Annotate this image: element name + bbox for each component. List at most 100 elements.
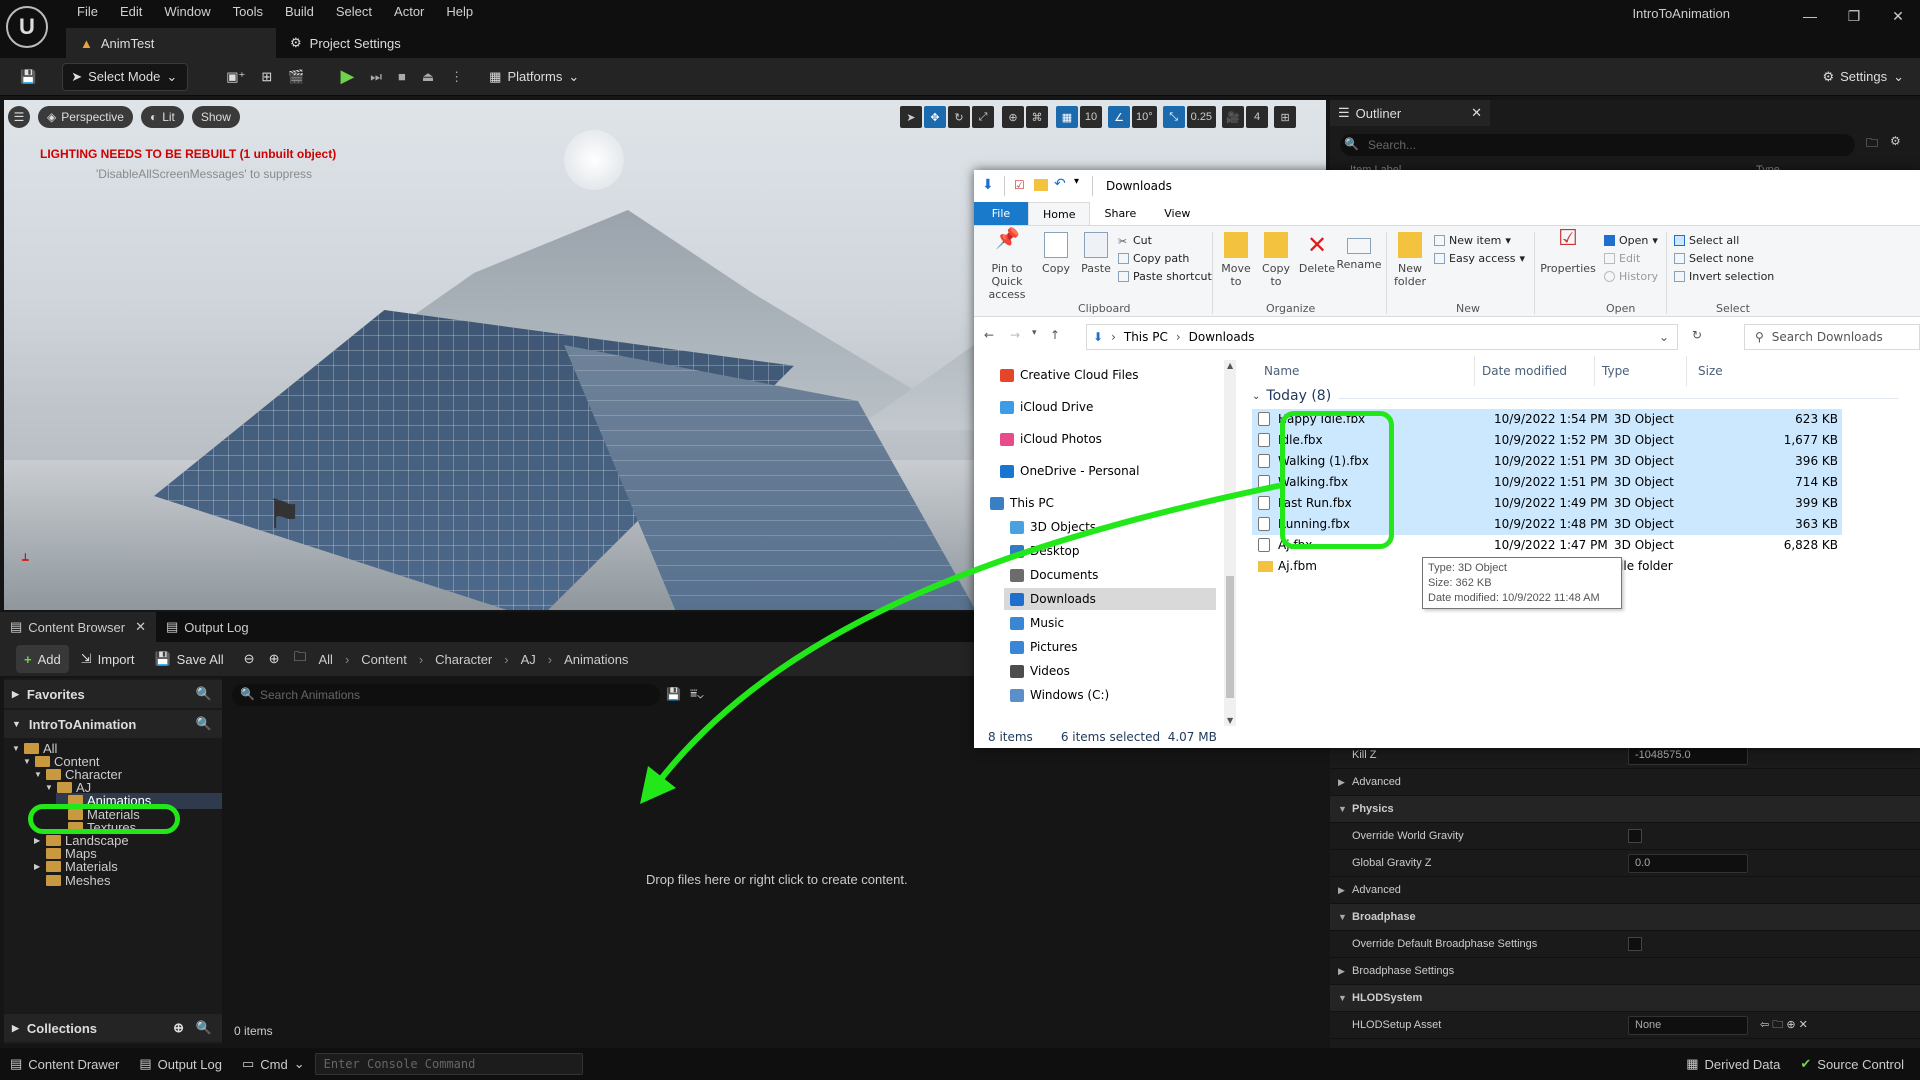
menu-item-window[interactable]: Window [153, 3, 221, 21]
new-item-button[interactable]: New item ▾ [1434, 234, 1511, 247]
hamburger-icon[interactable]: ☰ [8, 106, 30, 128]
close-icon[interactable]: ✕ [1876, 8, 1920, 25]
nav-item[interactable]: iCloud Photos [1000, 428, 1102, 450]
menu-item-edit[interactable]: Edit [109, 3, 153, 21]
delete-button[interactable]: ✕ Delete [1298, 232, 1336, 275]
menu-item-tools[interactable]: Tools [222, 3, 274, 21]
tab-output-log[interactable]: ▤ Output Log [156, 612, 259, 642]
cut-button[interactable]: ✂ Cut [1118, 234, 1152, 248]
project-section[interactable]: ▼ IntroToAnimation 🔍 [4, 710, 222, 738]
column-type[interactable]: Type [1602, 364, 1630, 378]
easy-access-button[interactable]: Easy access ▾ [1434, 252, 1525, 265]
breadcrumb-item[interactable]: All [318, 652, 332, 667]
step-icon[interactable]: ⏭ [362, 63, 390, 91]
maximize-viewport-icon[interactable]: ⊞ [1274, 106, 1297, 128]
forward-icon[interactable]: ⊕ [267, 645, 282, 673]
search-icon[interactable]: 🔍 [196, 716, 212, 732]
world-icon[interactable]: ⊕ [1002, 106, 1024, 128]
expand-arrow-icon[interactable]: ▼ [23, 757, 31, 766]
forward-arrow-icon[interactable]: → [1010, 328, 1020, 342]
select-mode-dropdown[interactable]: ➤ Select Mode ⌄ [62, 62, 189, 91]
expand-arrow-icon[interactable]: ▶ [34, 836, 42, 845]
details-row[interactable]: ▶ Advanced [1330, 877, 1920, 904]
ribbon-tab-home[interactable]: Home [1028, 202, 1091, 225]
camera-speed-icon[interactable]: 🎥 [1222, 106, 1245, 128]
chevron-right-icon[interactable]: ▶ [1338, 885, 1345, 896]
details-row[interactable]: ▶ Advanced [1330, 769, 1920, 796]
menu-item-select[interactable]: Select [325, 3, 383, 21]
rotation-snap-value[interactable]: 10° [1132, 106, 1157, 128]
chevron-down-icon[interactable]: ⌄ [1659, 330, 1669, 344]
stop-icon[interactable]: ■ [390, 63, 414, 91]
settings-button[interactable]: ⚙ Settings ⌄ [1814, 63, 1912, 91]
player-start-icon[interactable]: ⚑ [266, 492, 326, 548]
pin-quick-access-button[interactable]: 📌 Pin to Quick access [980, 228, 1034, 301]
more-options-icon[interactable]: ⋮ [442, 63, 471, 91]
perspective-button[interactable]: ◈ Perspective [38, 106, 133, 128]
scale-tool-icon[interactable]: ⤢ [972, 106, 994, 128]
add-button[interactable]: + Add [16, 645, 69, 673]
menu-item-actor[interactable]: Actor [383, 3, 435, 21]
nav-item[interactable]: Creative Cloud Files [1000, 364, 1139, 386]
details-value-input[interactable]: 0.0 [1628, 853, 1748, 873]
favorites-section[interactable]: ▶ Favorites 🔍 [4, 680, 222, 708]
back-icon[interactable]: ⊖ [236, 645, 263, 673]
select-none-button[interactable]: Select none [1674, 252, 1754, 265]
rotate-tool-icon[interactable]: ↻ [948, 106, 970, 128]
minimize-icon[interactable]: — [1788, 8, 1832, 24]
outliner-search-input[interactable]: Search... [1340, 134, 1855, 156]
select-tool-icon[interactable]: ➤ [900, 106, 922, 128]
menu-item-file[interactable]: File [66, 3, 109, 21]
search-icon[interactable]: 🔍 [196, 686, 212, 702]
outliner-tab[interactable]: ☰ Outliner ✕ [1330, 100, 1490, 126]
copy-button[interactable]: Copy [1038, 232, 1074, 275]
breadcrumb-this-pc[interactable]: This PC [1124, 330, 1168, 344]
paste-button[interactable]: Paste [1078, 232, 1114, 275]
rename-button[interactable]: Rename [1336, 232, 1382, 271]
chevron-down-icon[interactable]: ▼ [1338, 993, 1347, 1003]
checkbox[interactable] [1628, 829, 1642, 843]
asset-search-input[interactable]: Search Animations [232, 684, 660, 706]
unreal-logo-icon[interactable]: U [6, 6, 48, 48]
close-icon[interactable]: ✕ [135, 619, 146, 635]
column-date-modified[interactable]: Date modified [1482, 364, 1567, 378]
menu-item-build[interactable]: Build [274, 3, 325, 21]
chevron-down-icon[interactable]: ▼ [1338, 912, 1347, 922]
column-size[interactable]: Size [1698, 364, 1723, 378]
address-bar[interactable]: ⬇ › This PC › Downloads ⌄ [1086, 324, 1678, 350]
menu-item-help[interactable]: Help [435, 3, 484, 21]
hlod-asset-dropdown[interactable]: None [1628, 1015, 1748, 1035]
gear-icon[interactable]: ⚙ [1890, 134, 1901, 148]
nav-item[interactable]: iCloud Drive [1000, 396, 1093, 418]
collections-section[interactable]: ▶ Collections ⊕ 🔍 [4, 1014, 222, 1042]
breadcrumb-downloads[interactable]: Downloads [1189, 330, 1255, 344]
console-input[interactable]: Enter Console Command [314, 1053, 583, 1075]
expand-arrow-icon[interactable]: ▼ [34, 770, 42, 779]
grid-snap-value[interactable]: 10 [1080, 106, 1102, 128]
platforms-button[interactable]: ▦ Platforms ⌄ [481, 63, 587, 91]
chevron-right-icon[interactable]: ▶ [1338, 777, 1345, 788]
source-control-button[interactable]: ✔ Source Control [1790, 1048, 1914, 1080]
invert-selection-button[interactable]: Invert selection [1674, 270, 1774, 283]
copy-to-button[interactable]: Copy to [1258, 232, 1294, 288]
group-header-today[interactable]: ⌄ Today (8) [1252, 388, 1331, 404]
content-drawer-button[interactable]: ▤ Content Drawer [0, 1048, 129, 1080]
details-row[interactable]: ▼ Broadphase [1330, 904, 1920, 931]
details-value-input[interactable]: -1048575.0 [1628, 745, 1748, 765]
open-button[interactable]: Open ▾ [1604, 234, 1658, 247]
move-to-button[interactable]: Move to [1218, 232, 1254, 288]
derived-data-button[interactable]: ▦ Derived Data [1676, 1048, 1790, 1080]
eject-icon[interactable]: ⏏ [414, 63, 442, 91]
customize-quick-access-icon[interactable]: ▾ [1074, 176, 1079, 187]
add-actor-icon[interactable]: ▣⁺ [218, 63, 253, 91]
expand-arrow-icon[interactable]: ▼ [12, 744, 20, 753]
history-button[interactable]: History [1604, 270, 1658, 283]
breadcrumb-item[interactable]: Character [435, 652, 492, 667]
tab-project-settings[interactable]: ⚙ Project Settings [276, 28, 415, 58]
checkbox[interactable] [1628, 937, 1642, 951]
up-arrow-icon[interactable]: ↑ [1050, 328, 1060, 342]
blueprint-icon[interactable]: ⊞ [253, 63, 280, 91]
save-icon[interactable]: 💾 [12, 63, 44, 91]
edit-button[interactable]: Edit [1604, 252, 1640, 265]
grid-snap-icon[interactable]: ▦ [1056, 106, 1078, 128]
